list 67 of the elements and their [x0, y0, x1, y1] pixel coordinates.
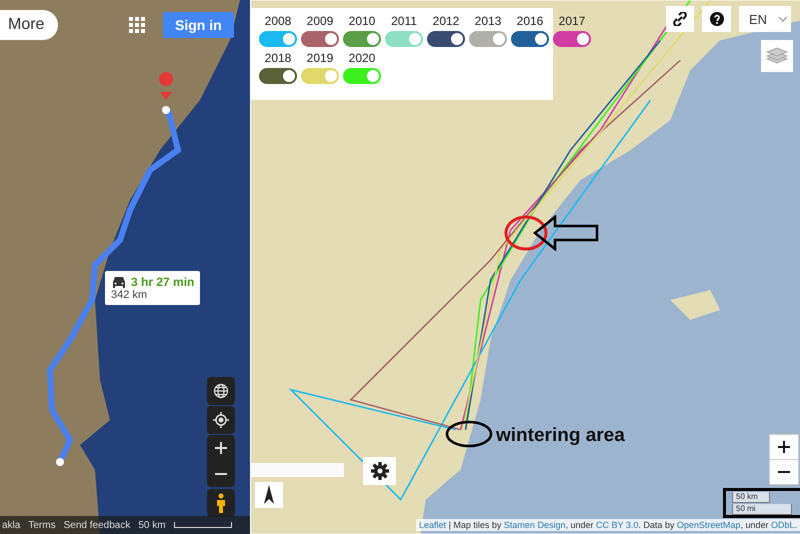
- layers-button[interactable]: [761, 40, 793, 72]
- year-label: 2020: [348, 51, 376, 65]
- zoom-in-button[interactable]: [770, 435, 798, 459]
- link-button[interactable]: [666, 6, 694, 32]
- search-field[interactable]: [251, 463, 344, 477]
- zoom-out-button[interactable]: [770, 460, 798, 484]
- arrow-annotation: [533, 215, 599, 251]
- year-label: 2019: [306, 51, 334, 65]
- year-label: 2017: [558, 14, 586, 28]
- annotation-label: wintering area: [496, 425, 625, 447]
- toggle-switch[interactable]: [553, 31, 591, 47]
- attribution-link[interactable]: CC BY 3.0: [596, 520, 638, 530]
- layers-icon: [766, 46, 788, 66]
- toggle-switch[interactable]: [511, 31, 549, 47]
- year-label: 2013: [474, 14, 502, 28]
- toggle-switch[interactable]: [385, 31, 423, 47]
- attribution-text: akla: [2, 520, 20, 530]
- person-icon: [216, 493, 226, 513]
- toggle-switch[interactable]: [427, 31, 465, 47]
- route-distance: 342 km: [111, 289, 148, 301]
- circle-highlight: [503, 214, 549, 252]
- ellipse-highlight: [445, 420, 493, 448]
- send-feedback-link[interactable]: Send feedback: [64, 520, 130, 530]
- year-label: 2011: [391, 14, 417, 28]
- settings-button[interactable]: [363, 457, 396, 485]
- attribution-link[interactable]: ODbL: [770, 520, 794, 530]
- globe-button[interactable]: [207, 377, 235, 405]
- attribution-link[interactable]: OpenStreetMap: [676, 520, 740, 530]
- settings-icon: [370, 462, 388, 480]
- year-label: 2018: [264, 51, 292, 65]
- attribution-text: Leaflet | Map tiles by Stamen Design, under CC BY 3.0. Data by OpenStreetMap, under ODbL.: [416, 519, 800, 531]
- help-button[interactable]: [702, 6, 731, 32]
- scale-label: 50 km: [732, 492, 770, 502]
- caret-icon: [779, 16, 788, 22]
- my-location-button[interactable]: [207, 406, 235, 434]
- pegman-button[interactable]: [207, 489, 235, 517]
- globe-icon: [213, 383, 229, 399]
- terms-link[interactable]: Terms: [28, 520, 56, 530]
- plus-icon: [215, 442, 227, 454]
- more-button[interactable]: More: [0, 10, 58, 40]
- sign-in-button[interactable]: Sign in: [163, 12, 234, 38]
- plus-icon: [778, 440, 790, 452]
- toggle-switch[interactable]: [469, 31, 507, 47]
- help-icon: [710, 12, 724, 26]
- toggle-switch[interactable]: [259, 68, 297, 84]
- year-label: 2016: [516, 14, 544, 28]
- scale-label: 50 mi: [732, 504, 792, 514]
- year-label: 2010: [348, 14, 376, 28]
- apps-grid-icon[interactable]: [129, 17, 145, 33]
- year-label: 2012: [432, 14, 460, 28]
- toggle-switch[interactable]: [301, 68, 339, 84]
- scale-bar: [174, 522, 232, 528]
- toggle-switch[interactable]: [343, 68, 381, 84]
- scale-label: 50 km: [138, 520, 166, 530]
- attribution-link[interactable]: Stamen Design: [504, 520, 566, 530]
- toggle-switch[interactable]: [259, 31, 297, 47]
- year-label: 2008: [264, 14, 292, 28]
- location-pin-icon: [159, 72, 174, 100]
- car-icon: [111, 276, 127, 288]
- toggle-switch[interactable]: [343, 31, 381, 47]
- language-select[interactable]: EN: [739, 6, 791, 32]
- crosshair-icon: [213, 412, 229, 428]
- toggle-switch[interactable]: [301, 31, 339, 47]
- attribution-link[interactable]: Leaflet: [419, 520, 446, 530]
- route-duration: 3 hr 27 min: [131, 275, 194, 289]
- year-label: 2009: [306, 14, 334, 28]
- link-icon: [673, 12, 687, 26]
